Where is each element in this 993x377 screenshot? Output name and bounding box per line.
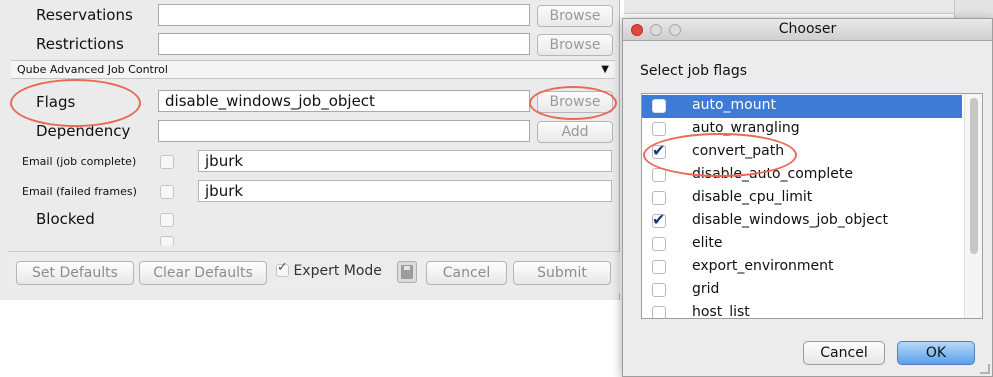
flag-checkbox[interactable] (652, 306, 666, 318)
resize-grip-icon[interactable] (980, 364, 990, 374)
flags-label: Flags (36, 93, 76, 111)
restrictions-label: Restrictions (36, 35, 124, 53)
flag-label: disable_cpu_limit (692, 189, 813, 205)
job-flags-list[interactable]: auto_mount auto_wrangling ✔ convert_pathdis… (641, 93, 983, 319)
expert-mode-toggle[interactable]: ✓ Expert Mode (276, 260, 382, 279)
flag-checkbox[interactable] (652, 168, 666, 182)
flag-item[interactable]: ✔ disable_windows_job_object (642, 210, 962, 233)
flag-item[interactable]: auto_mount (642, 95, 962, 118)
flag-label: auto_wrangling (692, 120, 800, 136)
reservations-row: Reservations Browse (0, 4, 620, 28)
email-failed-row: Email (failed frames) jburk (0, 180, 620, 204)
blocked-label: Blocked (36, 210, 95, 228)
flag-checkbox[interactable] (652, 237, 666, 251)
chooser-titlebar[interactable]: Chooser (623, 19, 992, 41)
scrollbar-thumb[interactable] (970, 98, 978, 254)
flag-label: host_list (692, 304, 750, 319)
chooser-cancel-button[interactable]: Cancel (803, 341, 885, 365)
bottom-toolbar: Set Defaults Clear Defaults ✓ Expert Mod… (8, 251, 620, 293)
hidden-row-checkbox[interactable] (160, 236, 174, 246)
email-failed-checkbox[interactable] (160, 185, 174, 199)
background-window-strip (624, 0, 954, 14)
flag-item[interactable]: disable_auto_complete (642, 164, 962, 187)
email-failed-label: Email (failed frames) (22, 185, 137, 198)
chooser-title: Chooser (778, 21, 837, 37)
dependency-row: Dependency Add (0, 120, 620, 144)
submit-button[interactable]: Submit (513, 261, 611, 285)
blocked-row: Blocked (0, 209, 620, 231)
reservations-label: Reservations (36, 6, 133, 24)
flag-item[interactable]: auto_wrangling (642, 118, 962, 141)
flag-checkbox[interactable] (652, 122, 666, 136)
flag-label: convert_path (692, 143, 785, 159)
flag-label: disable_auto_complete (692, 166, 853, 182)
flags-row: Flags disable_windows_job_object Browse (0, 90, 620, 114)
dependency-add-button[interactable]: Add (537, 121, 613, 143)
chevron-down-icon[interactable]: ▼ (601, 61, 609, 78)
flag-checkbox[interactable] (652, 260, 666, 274)
flag-item[interactable]: grid (642, 279, 962, 302)
advanced-job-control-header[interactable]: Qube Advanced Job Control ▼ (11, 60, 615, 79)
restrictions-field[interactable] (158, 33, 530, 55)
clear-defaults-button[interactable]: Clear Defaults (139, 261, 267, 285)
expert-mode-checkbox[interactable]: ✓ (276, 260, 289, 277)
section-header-label: Qube Advanced Job Control (17, 63, 168, 76)
email-complete-label: Email (job complete) (22, 155, 137, 168)
flag-label: disable_windows_job_object (692, 212, 888, 228)
flag-label: elite (692, 235, 723, 251)
flag-item[interactable]: export_environment (642, 256, 962, 279)
email-complete-row: Email (job complete) jburk (0, 150, 620, 174)
checkmark-icon: ✓ (277, 260, 288, 275)
flag-item[interactable]: elite (642, 233, 962, 256)
blocked-checkbox[interactable] (160, 213, 174, 227)
flag-label: grid (692, 281, 720, 297)
reservations-browse-button[interactable]: Browse (537, 5, 613, 27)
flag-label: export_environment (692, 258, 834, 274)
email-failed-field[interactable]: jburk (198, 180, 612, 202)
chooser-dialog: Chooser Select job flags auto_mount auto_… (622, 18, 993, 377)
dependency-field[interactable] (158, 120, 530, 142)
checkmark-icon: ✔ (652, 141, 666, 160)
vertical-scrollbar[interactable] (964, 94, 982, 318)
reservations-field[interactable] (158, 4, 530, 26)
expert-mode-label: Expert Mode (293, 263, 382, 279)
flag-item[interactable]: disable_cpu_limit (642, 187, 962, 210)
flag-item[interactable]: ✔ convert_path (642, 141, 962, 164)
flag-checkbox[interactable] (652, 99, 666, 113)
checkmark-icon: ✔ (652, 210, 666, 229)
restrictions-browse-button[interactable]: Browse (537, 34, 613, 56)
flag-checkbox[interactable]: ✔ (652, 141, 666, 160)
flags-field[interactable]: disable_windows_job_object (158, 90, 530, 112)
dependency-label: Dependency (36, 122, 131, 140)
email-complete-field[interactable]: jburk (198, 150, 612, 172)
save-icon[interactable] (397, 261, 417, 283)
flag-checkbox[interactable] (652, 283, 666, 297)
chooser-ok-button[interactable]: OK (897, 341, 975, 365)
job-submission-window: Reservations Browse Restrictions Browse … (0, 0, 620, 300)
set-defaults-button[interactable]: Set Defaults (16, 261, 134, 285)
flag-label: auto_mount (692, 97, 776, 113)
email-complete-checkbox[interactable] (160, 155, 174, 169)
cancel-button[interactable]: Cancel (426, 261, 507, 285)
restrictions-row: Restrictions Browse (0, 33, 620, 57)
flag-item[interactable]: host_list (642, 302, 962, 319)
flags-browse-button[interactable]: Browse (537, 91, 613, 113)
flag-checkbox[interactable] (652, 191, 666, 205)
select-job-flags-label: Select job flags (640, 63, 748, 79)
flag-checkbox[interactable]: ✔ (652, 210, 666, 229)
